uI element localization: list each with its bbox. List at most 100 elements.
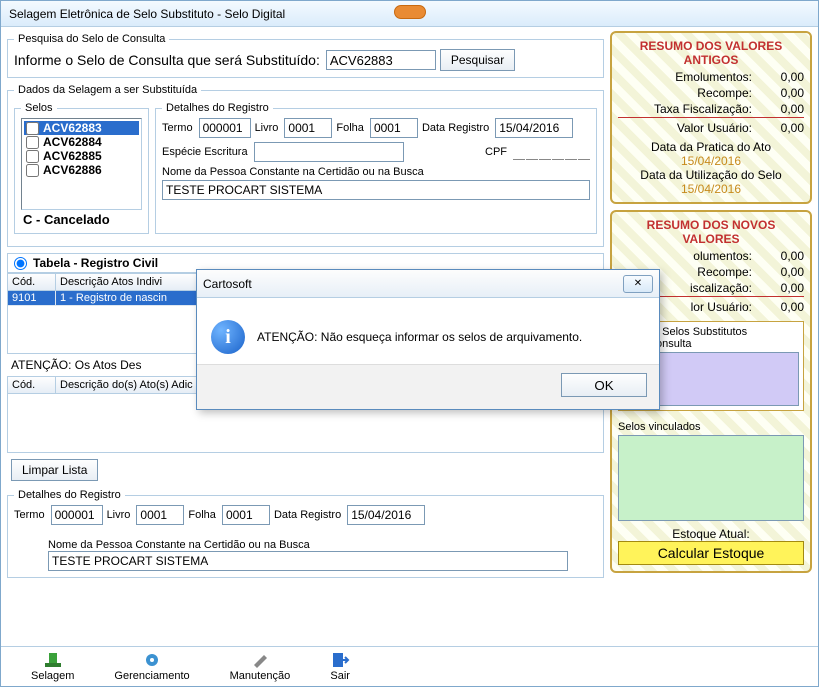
detalhes2-legend: Detalhes do Registro [14, 489, 125, 501]
col-cod-header: Cód. [8, 274, 56, 290]
selo-item[interactable]: ACV62886 [24, 163, 139, 177]
detalhes-registro-box: Detalhes do Registro Termo Livro Folha D… [155, 102, 597, 234]
selo-code: ACV62884 [43, 135, 102, 149]
resumo-antigo-panel: RESUMO DOS VALORES ANTIGOS Emolumentos:0… [610, 31, 812, 204]
estoque-label: Estoque Atual: [618, 527, 804, 541]
emol2-value: 0,00 [758, 249, 804, 263]
app-window: Selagem Eletrônica de Selo Substituto - … [0, 0, 819, 687]
bottom-toolbar: Selagem Gerenciamento Manutenção Sair [1, 646, 818, 686]
nome-input[interactable] [162, 180, 590, 200]
cpf-mask-input[interactable] [513, 144, 590, 160]
title-bar: Selagem Eletrônica de Selo Substituto - … [1, 1, 818, 27]
selos-legend: Selos [21, 102, 57, 114]
cpf-label: CPF [485, 146, 507, 158]
selo-code: ACV62883 [43, 121, 102, 135]
taxa-label: Taxa Fiscalização: [618, 102, 758, 116]
usuario-value: 0,00 [758, 121, 804, 135]
selo-item[interactable]: ACV62885 [24, 149, 139, 163]
detalhes-registro-legend: Detalhes do Registro [162, 102, 273, 114]
ok-button[interactable]: OK [561, 373, 647, 397]
usuario2-value: 0,00 [758, 300, 804, 314]
alert-dialog: Cartosoft ✕ i ATENÇÃO: Não esqueça infor… [196, 269, 660, 410]
cell-cod: 9101 [8, 291, 56, 305]
pratica-value: 15/04/2016 [618, 154, 804, 168]
data-label: Data Registro [274, 509, 341, 521]
emol-label: Emolumentos: [618, 70, 758, 84]
livro2-input[interactable] [136, 505, 184, 525]
stamp-icon [43, 651, 63, 669]
folha2-input[interactable] [222, 505, 270, 525]
nome-label: Nome da Pessoa Constante na Certidão ou … [162, 166, 424, 178]
termo-label: Termo [162, 122, 193, 134]
vinculados-box: Selos vinculados [618, 417, 804, 521]
cancelado-label: C - Cancelado [21, 210, 142, 227]
pesquisa-legend: Pesquisa do Selo de Consulta [14, 33, 169, 45]
termo2-input[interactable] [51, 505, 103, 525]
calcular-estoque-button[interactable]: Calcular Estoque [618, 541, 804, 565]
detalhes2-box: Detalhes do Registro Termo Livro Folha D… [7, 489, 604, 578]
tool-manutencao[interactable]: Manutenção [230, 651, 291, 682]
folha-input[interactable] [370, 118, 418, 138]
data2-input[interactable] [347, 505, 425, 525]
selo-checkbox[interactable] [26, 122, 39, 135]
data-label: Data Registro [422, 122, 489, 134]
selo-code: ACV62886 [43, 163, 102, 177]
utiliz-label: Data da Utilização do Selo [618, 168, 804, 182]
accent-pill-icon [394, 5, 426, 19]
tool-sair[interactable]: Sair [330, 651, 350, 682]
livro-label: Livro [107, 509, 131, 521]
vinculados-header: Selos vinculados [618, 421, 804, 433]
livro-label: Livro [255, 122, 279, 134]
data-registro-input[interactable] [495, 118, 573, 138]
usuario-label: Valor Usuário: [618, 121, 758, 135]
dados-legend: Dados da Selagem a ser Substituída [14, 84, 201, 96]
selo-consulta-input[interactable] [326, 50, 436, 70]
limpar-lista-button[interactable]: Limpar Lista [11, 459, 98, 481]
tool-selagem[interactable]: Selagem [31, 651, 74, 682]
resumo-antigo-title: RESUMO DOS VALORES ANTIGOS [618, 39, 804, 67]
tool-label: Selagem [31, 670, 74, 682]
pesquisa-label: Informe o Selo de Consulta que será Subs… [14, 52, 320, 68]
selo-checkbox[interactable] [26, 164, 39, 177]
nome2-input[interactable] [48, 551, 568, 571]
window-title: Selagem Eletrônica de Selo Substituto - … [9, 7, 285, 21]
dados-box: Dados da Selagem a ser Substituída Selos… [7, 84, 604, 247]
vinculados-area[interactable] [618, 435, 804, 521]
selo-checkbox[interactable] [26, 150, 39, 163]
info-icon: i [211, 320, 245, 354]
pratica-label: Data da Pratica do Ato [618, 140, 804, 154]
dialog-title: Cartosoft [203, 277, 252, 291]
tool-label: Manutenção [230, 670, 291, 682]
selo-checkbox[interactable] [26, 136, 39, 149]
recompe2-value: 0,00 [758, 265, 804, 279]
recompe-value: 0,00 [758, 86, 804, 100]
pesquisar-button[interactable]: Pesquisar [440, 49, 515, 71]
tool-label: Gerenciamento [114, 670, 189, 682]
termo-label: Termo [14, 509, 45, 521]
recompe-label: Recompe: [618, 86, 758, 100]
especie-label: Espécie Escritura [162, 146, 248, 158]
col-cod-header: Cód. [8, 377, 56, 393]
dialog-titlebar: Cartosoft ✕ [197, 270, 659, 298]
selos-listbox[interactable]: ACV62883 ACV62884 ACV62885 ACV62886 [21, 118, 142, 210]
tool-label: Sair [330, 670, 350, 682]
termo-input[interactable] [199, 118, 251, 138]
tool-gerenciamento[interactable]: Gerenciamento [114, 651, 189, 682]
wrench-icon [250, 651, 270, 669]
tabela-radio[interactable] [14, 257, 27, 270]
selo-code: ACV62885 [43, 149, 102, 163]
emol2-label: olumentos: [618, 249, 758, 263]
close-button[interactable]: ✕ [623, 275, 653, 293]
nome-label: Nome da Pessoa Constante na Certidão ou … [48, 539, 310, 551]
especie-input[interactable] [254, 142, 404, 162]
tabela-radio-label: Tabela - Registro Civil [33, 256, 158, 270]
taxa-value: 0,00 [758, 102, 804, 116]
gear-icon [142, 651, 162, 669]
selo-item[interactable]: ACV62884 [24, 135, 139, 149]
folha-label: Folha [336, 122, 364, 134]
livro-input[interactable] [284, 118, 332, 138]
exit-icon [330, 651, 350, 669]
selo-item[interactable]: ACV62883 [24, 121, 139, 135]
selos-box: Selos ACV62883 ACV62884 ACV62885 ACV6288… [14, 102, 149, 234]
utiliz-value: 15/04/2016 [618, 182, 804, 196]
